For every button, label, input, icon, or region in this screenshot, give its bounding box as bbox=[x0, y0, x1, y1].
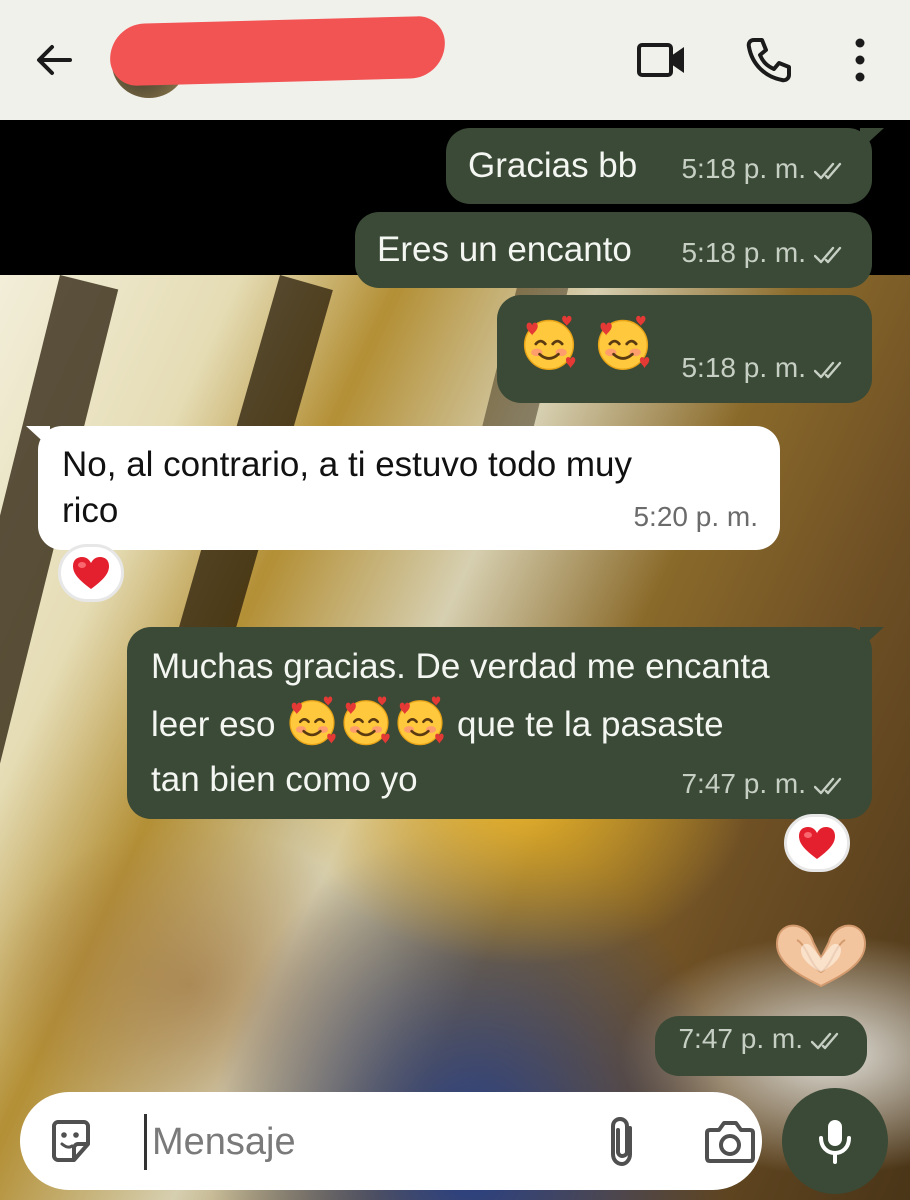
message-time: 5:18 p. m. bbox=[681, 225, 850, 280]
message-text: Muchas gracias. De verdad me encanta bbox=[151, 647, 770, 686]
message-time: 5:18 p. m. bbox=[681, 141, 850, 196]
smiling-face-with-hearts-icon bbox=[339, 694, 393, 748]
voice-call-icon[interactable] bbox=[740, 32, 796, 88]
read-ticks-icon bbox=[814, 245, 850, 265]
message-time: 5:18 p. m. bbox=[681, 340, 850, 395]
message-text: Gracias bb bbox=[468, 146, 638, 185]
message-bubble-outgoing[interactable]: 5:18 p. m. bbox=[497, 295, 872, 403]
message-text: No, al contrario, a ti estuvo todo muy bbox=[62, 445, 632, 484]
message-bubble-outgoing[interactable]: Gracias bb 5:18 p. m. bbox=[446, 128, 884, 204]
message-time: 5:20 p. m. bbox=[633, 501, 758, 532]
chat-header: o bbox=[0, 0, 910, 120]
red-heart-icon bbox=[797, 825, 837, 861]
read-ticks-icon bbox=[814, 161, 850, 181]
reaction-badge[interactable] bbox=[784, 814, 850, 872]
smiling-face-with-hearts-icon bbox=[593, 313, 653, 373]
sticker-icon[interactable] bbox=[46, 1116, 96, 1166]
attach-icon[interactable] bbox=[600, 1114, 644, 1170]
message-time: 7:47 p. m. bbox=[681, 756, 850, 811]
read-ticks-icon bbox=[814, 360, 850, 380]
message-time: 7:47 p. m. bbox=[678, 1011, 847, 1066]
read-ticks-icon bbox=[814, 776, 850, 796]
message-input[interactable] bbox=[152, 1114, 572, 1170]
smiling-face-with-hearts-icon bbox=[285, 694, 339, 748]
chat-area[interactable]: Gracias bb 5:18 p. m. Eres un encanto 5:… bbox=[0, 120, 910, 1200]
red-heart-icon bbox=[71, 555, 111, 591]
microphone-icon bbox=[819, 1120, 851, 1164]
smiling-face-with-hearts-icon bbox=[393, 694, 447, 748]
smiling-face-with-hearts-icon bbox=[519, 313, 579, 373]
video-call-icon[interactable] bbox=[634, 32, 690, 88]
message-bubble-outgoing[interactable]: Muchas gracias. De verdad me encanta lee… bbox=[127, 627, 884, 819]
message-bubble-outgoing[interactable]: Eres un encanto 5:18 p. m. bbox=[355, 212, 872, 288]
camera-icon[interactable] bbox=[704, 1116, 756, 1166]
message-bubble-outgoing[interactable]: 7:47 p. m. bbox=[655, 1016, 867, 1076]
reaction-badge[interactable] bbox=[58, 544, 124, 602]
read-ticks-icon bbox=[811, 1031, 847, 1051]
message-text: Eres un encanto bbox=[377, 230, 632, 269]
message-bubble-incoming[interactable]: No, al contrario, a ti estuvo todo muy r… bbox=[26, 426, 780, 550]
message-input-bar bbox=[20, 1092, 762, 1190]
more-options-icon[interactable] bbox=[832, 32, 888, 88]
text-caret bbox=[144, 1114, 147, 1170]
heart-hands-icon[interactable] bbox=[770, 920, 872, 990]
back-arrow-icon[interactable] bbox=[30, 36, 78, 84]
message-text-line: leer eso que te la pasaste bbox=[151, 694, 850, 752]
voice-message-button[interactable] bbox=[782, 1088, 888, 1194]
redaction-mark bbox=[109, 15, 446, 87]
